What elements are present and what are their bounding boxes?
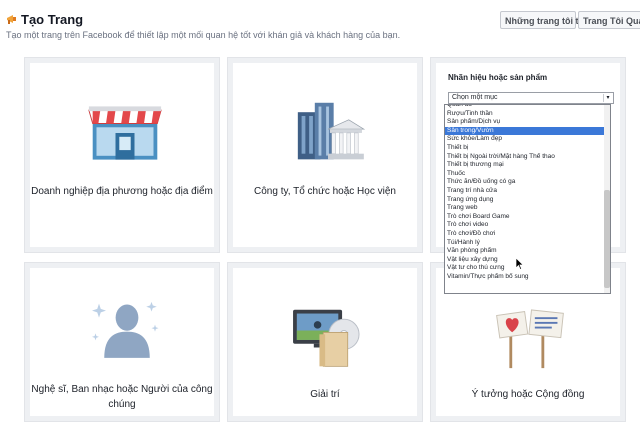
category-tile-entertainment[interactable]: Giải trí — [227, 262, 423, 422]
dropdown-option[interactable]: Văn phòng phẩm — [445, 247, 605, 256]
tile-label: Nghệ sĩ, Ban nhạc hoặc Người của công — [31, 384, 213, 395]
dropdown-option[interactable]: Trò chơi/Đồ chơi — [445, 230, 605, 239]
tile-body: Nghệ sĩ, Ban nhạc hoặc Người của công ch… — [30, 268, 214, 416]
tile-body: Giải trí — [233, 268, 417, 416]
tile-body: Doanh nghiệp địa phương hoặc địa điểm — [30, 63, 214, 247]
tile-label: chúng — [108, 399, 136, 410]
dropdown-option[interactable]: Trang trí nhà cửa — [445, 187, 605, 196]
megaphone-icon — [7, 15, 16, 24]
dropdown-option[interactable]: Thiết bị Ngoài trời/Mặt hàng Thể thao — [445, 153, 605, 162]
dropdown-option[interactable]: Sân trong/Vườn — [445, 126, 605, 136]
dropdown-option[interactable]: Rượu/Tinh thần — [445, 110, 605, 119]
tv-and-disc-icon — [293, 309, 360, 367]
chevron-down-icon[interactable]: ▾ — [603, 94, 612, 102]
tile-label: Giải trí — [310, 389, 340, 400]
panel-title: Nhãn hiệu hoặc sản phẩm — [448, 73, 548, 82]
tile-label: Công ty, Tổ chức hoặc Học viện — [254, 186, 396, 197]
category-select[interactable]: Chọn một mục ▾ — [448, 92, 614, 104]
dropdown-option[interactable]: Vật tư cho thú cưng — [445, 264, 605, 273]
select-value: Chọn một mục — [452, 94, 498, 101]
tile-label: Ý tưởng hoặc Cộng đồng — [471, 389, 585, 400]
dropdown-option[interactable]: Thức ăn/Đồ uống có ga — [445, 178, 605, 187]
office-buildings-icon — [297, 102, 366, 160]
dropdown-option[interactable]: Trò chơi video — [445, 221, 605, 230]
category-tile-company[interactable]: Công ty, Tổ chức hoặc Học viện — [227, 57, 423, 253]
page-header: Tạo Trang Tạo một trang trên Facebook để… — [0, 0, 640, 50]
mouse-cursor-icon — [516, 258, 524, 270]
storefront-icon — [88, 106, 162, 160]
scrollbar-thumb[interactable] — [604, 190, 610, 288]
heart-signs-icon — [496, 309, 564, 369]
managed-pages-button[interactable]: Trang Tôi Quản Lý — [578, 11, 640, 29]
page-subtitle: Tạo một trang trên Facebook để thiết lập… — [6, 30, 401, 40]
category-dropdown-list[interactable]: Quần áo Rượu/Tinh thần Sản phẩm/Dịch vụ Sân… — [444, 104, 611, 294]
artist-silhouette-icon — [92, 301, 159, 358]
dropdown-option[interactable]: Vật liệu xây dựng — [445, 256, 605, 265]
dropdown-options: Quần áo Rượu/Tinh thần Sản phẩm/Dịch vụ Sân… — [445, 105, 605, 282]
liked-pages-button[interactable]: Những trang tôi thích — [500, 11, 597, 29]
dropdown-option[interactable]: Thuốc — [445, 170, 605, 179]
dropdown-option[interactable]: Vitamin/Thực phẩm bổ sung — [445, 273, 605, 282]
dropdown-option[interactable]: Sản phẩm/Dịch vụ — [445, 118, 605, 127]
dropdown-option[interactable]: Trang ứng dụng — [445, 196, 605, 205]
dropdown-option[interactable]: Trang web — [445, 204, 605, 213]
tile-body: Công ty, Tổ chức hoặc Học viện — [233, 63, 417, 247]
dropdown-option[interactable]: Trò chơi Board Game — [445, 213, 605, 222]
page-title: Tạo Trang — [21, 12, 84, 27]
dropdown-scrollbar[interactable] — [604, 105, 610, 293]
dropdown-option[interactable]: Thiết bị — [445, 144, 605, 153]
dropdown-option[interactable]: Sức khỏe/Làm đẹp — [445, 135, 605, 144]
dropdown-option[interactable]: Thiết bị thương mại — [445, 161, 605, 170]
category-tile-artist[interactable]: Nghệ sĩ, Ban nhạc hoặc Người của công ch… — [24, 262, 220, 422]
category-tile-local-business[interactable]: Doanh nghiệp địa phương hoặc địa điểm — [24, 57, 220, 253]
dropdown-option[interactable]: Túi/Hành lý — [445, 239, 605, 248]
tile-label: Doanh nghiệp địa phương hoặc địa điểm — [31, 186, 213, 197]
